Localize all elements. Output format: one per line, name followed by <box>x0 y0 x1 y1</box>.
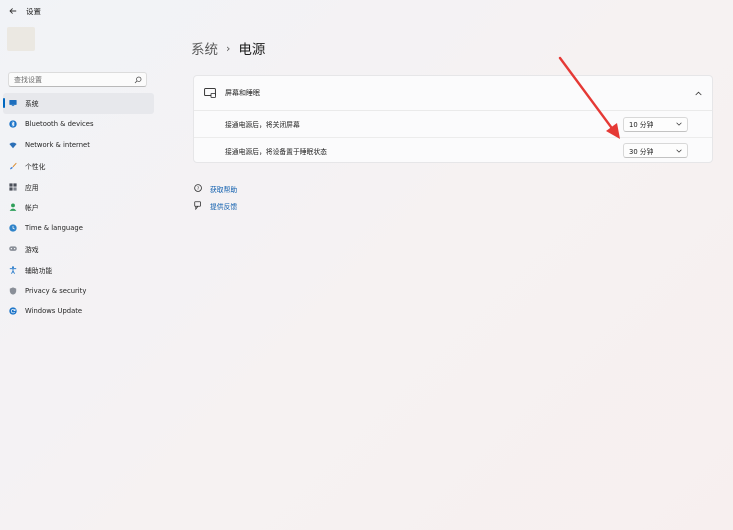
sidebar-item-label: 帐户 <box>25 204 39 213</box>
sidebar-item-accounts[interactable]: 帐户 <box>3 197 154 218</box>
screen-sleep-card: 屏幕和睡眠 接通电源后，将关闭屏幕 10 分钟 接通电源后，将设备置于睡眠状态 … <box>193 75 713 163</box>
search-input[interactable] <box>9 73 132 86</box>
sidebar-item-label: Privacy & security <box>25 286 87 295</box>
sidebar-item-windows-update[interactable]: Windows Update <box>3 301 154 322</box>
breadcrumb-separator: › <box>226 41 231 55</box>
breadcrumb-parent[interactable]: 系统 <box>191 38 218 58</box>
sidebar-item-apps[interactable]: 应用 <box>3 176 154 197</box>
screen-sleep-header[interactable]: 屏幕和睡眠 <box>194 76 712 111</box>
sidebar-item-label: Bluetooth & devices <box>25 120 94 129</box>
chevron-down-icon <box>676 148 682 153</box>
sidebar-item-label: Time & language <box>25 224 83 233</box>
sidebar-nav: 系统 Bluetooth & devices Network & interne… <box>3 93 154 322</box>
sidebar-item-label: 个性化 <box>25 162 46 171</box>
user-profile-avatar[interactable] <box>7 27 35 51</box>
bluetooth-icon <box>9 120 17 128</box>
screen-off-dropdown[interactable]: 10 分钟 <box>623 116 688 132</box>
link-label[interactable]: 获取帮助 <box>210 184 237 194</box>
sidebar-item-accessibility[interactable]: 辅助功能 <box>3 259 154 280</box>
chevron-up-icon <box>694 91 702 95</box>
monitor-icon <box>9 99 17 107</box>
sidebar-item-system[interactable]: 系统 <box>3 93 154 114</box>
sidebar-item-label: 游戏 <box>25 245 39 254</box>
shield-icon <box>9 286 17 295</box>
dropdown-value: 10 分钟 <box>629 121 654 129</box>
card-title: 屏幕和睡眠 <box>225 89 260 97</box>
help-links: ? 获取帮助 提供反馈 <box>193 180 237 214</box>
person-icon <box>9 203 17 212</box>
sidebar-item-privacy-security[interactable]: Privacy & security <box>3 280 154 301</box>
breadcrumb: 系统 › 电源 <box>191 38 266 59</box>
help-icon: ? <box>193 184 203 194</box>
sidebar-item-network-internet[interactable]: Network & internet <box>3 135 154 156</box>
page-title: 电源 <box>238 42 266 58</box>
app-title: 设置 <box>26 6 41 16</box>
brush-icon <box>9 162 17 170</box>
sidebar-item-label: Network & internet <box>25 140 90 149</box>
dropdown-value: 30 分钟 <box>629 147 654 156</box>
sidebar-item-label: 系统 <box>25 100 39 109</box>
sidebar-item-label: 应用 <box>25 183 39 192</box>
link-label[interactable]: 提供反馈 <box>210 201 237 211</box>
collapse-button[interactable] <box>684 79 712 107</box>
sidebar-item-gaming[interactable]: 游戏 <box>3 239 154 260</box>
sidebar-item-label: 辅助功能 <box>25 266 53 275</box>
update-icon <box>9 307 17 316</box>
chevron-down-icon <box>676 122 682 126</box>
screen-off-label: 接通电源后，将关闭屏幕 <box>225 121 300 129</box>
sidebar-item-personalization[interactable]: 个性化 <box>3 155 154 176</box>
screen-off-row: 接通电源后，将关闭屏幕 10 分钟 <box>194 111 712 137</box>
sidebar-item-bluetooth-devices[interactable]: Bluetooth & devices <box>3 114 154 135</box>
globe-clock-icon <box>9 224 17 232</box>
wifi-icon <box>9 141 17 149</box>
sidebar-item-label: Windows Update <box>25 307 83 316</box>
apps-icon <box>9 182 17 191</box>
feedback-icon <box>193 201 203 211</box>
sidebar-item-time-language[interactable]: Time & language <box>3 218 154 239</box>
sleep-label: 接通电源后，将设备置于睡眠状态 <box>225 147 327 156</box>
gamepad-icon <box>9 245 17 253</box>
sleep-dropdown[interactable]: 30 分钟 <box>623 143 688 158</box>
get-help-link[interactable]: ? 获取帮助 <box>193 180 237 197</box>
arrow-left-icon <box>9 8 17 14</box>
give-feedback-link[interactable]: 提供反馈 <box>193 197 237 214</box>
search-icon[interactable] <box>132 73 144 86</box>
sleep-row: 接通电源后，将设备置于睡眠状态 30 分钟 <box>194 137 712 163</box>
back-button[interactable] <box>2 0 24 22</box>
screen-sleep-icon <box>204 88 216 98</box>
title-bar: 设置 <box>0 0 733 22</box>
accessibility-icon <box>9 266 17 274</box>
settings-search[interactable] <box>8 72 147 87</box>
